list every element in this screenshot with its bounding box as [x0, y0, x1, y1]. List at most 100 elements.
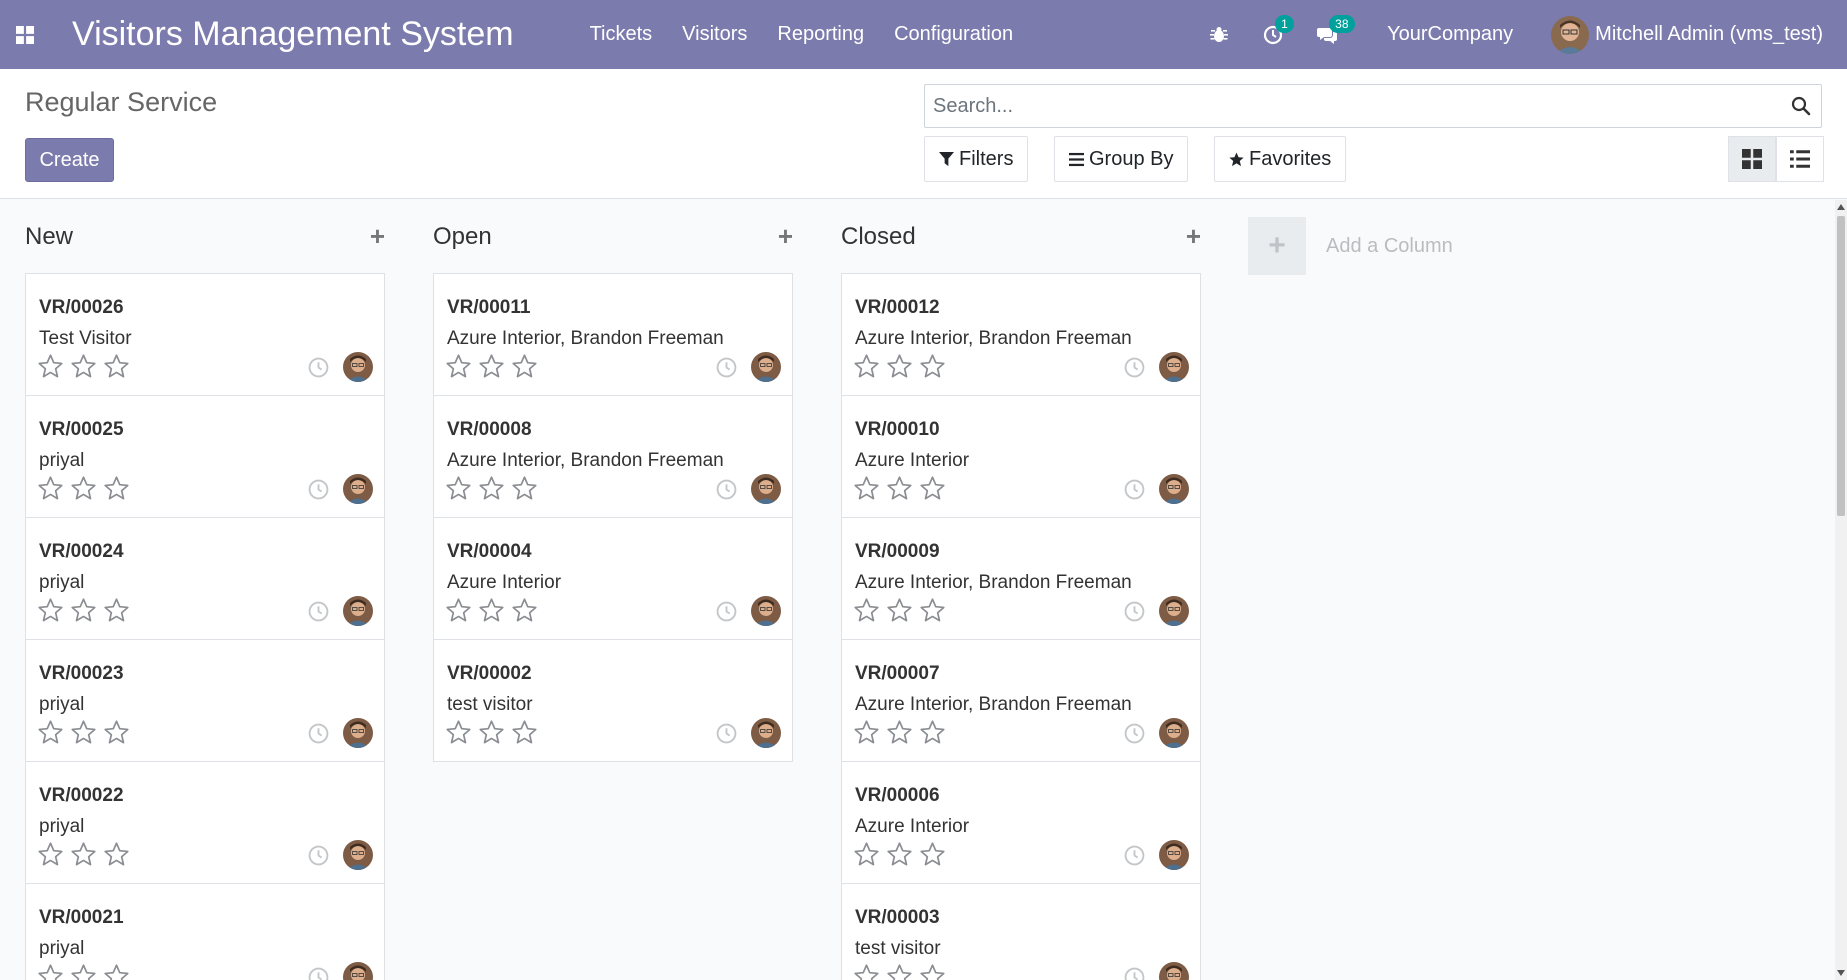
priority-star-icon[interactable]: [853, 963, 886, 980]
kanban-card[interactable]: VR/00023 priyal: [26, 640, 384, 762]
priority-star-icon[interactable]: [853, 475, 886, 507]
kanban-card[interactable]: VR/00006 Azure Interior: [842, 762, 1200, 884]
scroll-down-arrow[interactable]: [1837, 970, 1845, 976]
assignee-avatar[interactable]: [1159, 962, 1189, 980]
priority-star-icon[interactable]: [919, 719, 952, 751]
kanban-card[interactable]: VR/00007 Azure Interior, Brandon Freeman: [842, 640, 1200, 762]
priority-star-icon[interactable]: [853, 353, 886, 385]
priority-star-icon[interactable]: [445, 719, 478, 751]
priority-star-icon[interactable]: [853, 597, 886, 629]
activity-clock-icon[interactable]: [308, 479, 329, 500]
priority-star-icon[interactable]: [37, 475, 70, 507]
assignee-avatar[interactable]: [751, 352, 781, 382]
activity-clock-icon[interactable]: [1124, 479, 1145, 500]
kanban-card[interactable]: VR/00021 priyal: [26, 884, 384, 980]
priority-star-icon[interactable]: [103, 597, 136, 629]
kanban-card[interactable]: VR/00004 Azure Interior: [434, 518, 792, 640]
assignee-avatar[interactable]: [751, 474, 781, 504]
priority-star-icon[interactable]: [853, 841, 886, 873]
assignee-avatar[interactable]: [343, 352, 373, 382]
activity-clock-icon[interactable]: [716, 723, 737, 744]
priority-star-icon[interactable]: [103, 963, 136, 980]
column-quick-create-icon[interactable]: +: [1186, 221, 1201, 252]
priority-star-icon[interactable]: [886, 841, 919, 873]
priority-star-icon[interactable]: [919, 353, 952, 385]
activity-clock-icon[interactable]: [308, 845, 329, 866]
column-quick-create-icon[interactable]: +: [778, 221, 793, 252]
priority-star-icon[interactable]: [511, 353, 544, 385]
activities-clock-icon[interactable]: 1: [1263, 14, 1294, 45]
priority-star-icon[interactable]: [70, 353, 103, 385]
column-quick-create-icon[interactable]: +: [370, 221, 385, 252]
priority-star-icon[interactable]: [37, 841, 70, 873]
priority-star-icon[interactable]: [70, 597, 103, 629]
assignee-avatar[interactable]: [751, 718, 781, 748]
assignee-avatar[interactable]: [343, 718, 373, 748]
activity-clock-icon[interactable]: [308, 357, 329, 378]
priority-star-icon[interactable]: [919, 963, 952, 980]
kanban-card[interactable]: VR/00010 Azure Interior: [842, 396, 1200, 518]
priority-star-icon[interactable]: [886, 353, 919, 385]
activity-clock-icon[interactable]: [716, 601, 737, 622]
menu-tickets[interactable]: Tickets: [590, 23, 653, 46]
assignee-avatar[interactable]: [751, 596, 781, 626]
company-switcher[interactable]: YourCompany: [1387, 23, 1513, 46]
assignee-avatar[interactable]: [343, 474, 373, 504]
priority-star-icon[interactable]: [919, 841, 952, 873]
messages-chat-icon[interactable]: 38: [1317, 14, 1355, 45]
kanban-scrollbar[interactable]: [1835, 200, 1847, 980]
kanban-view-icon[interactable]: [1728, 136, 1776, 182]
priority-star-icon[interactable]: [478, 353, 511, 385]
priority-star-icon[interactable]: [886, 597, 919, 629]
activity-clock-icon[interactable]: [1124, 845, 1145, 866]
priority-star-icon[interactable]: [70, 719, 103, 751]
priority-star-icon[interactable]: [103, 475, 136, 507]
priority-star-icon[interactable]: [37, 597, 70, 629]
priority-star-icon[interactable]: [37, 353, 70, 385]
search-input[interactable]: [925, 85, 1781, 127]
menu-reporting[interactable]: Reporting: [777, 23, 864, 46]
scroll-up-arrow[interactable]: [1837, 204, 1845, 210]
bug-icon[interactable]: [1209, 25, 1229, 45]
kanban-card[interactable]: VR/00026 Test Visitor: [26, 274, 384, 396]
assignee-avatar[interactable]: [1159, 352, 1189, 382]
column-title[interactable]: Closed: [841, 223, 916, 251]
column-title[interactable]: Open: [433, 223, 492, 251]
kanban-card[interactable]: VR/00009 Azure Interior, Brandon Freeman: [842, 518, 1200, 640]
activity-clock-icon[interactable]: [308, 601, 329, 622]
priority-star-icon[interactable]: [886, 963, 919, 980]
menu-configuration[interactable]: Configuration: [894, 23, 1013, 46]
assignee-avatar[interactable]: [343, 596, 373, 626]
apps-menu-icon[interactable]: [0, 0, 50, 69]
activity-clock-icon[interactable]: [716, 479, 737, 500]
priority-star-icon[interactable]: [70, 475, 103, 507]
priority-star-icon[interactable]: [511, 475, 544, 507]
kanban-card[interactable]: VR/00011 Azure Interior, Brandon Freeman: [434, 274, 792, 396]
priority-star-icon[interactable]: [919, 597, 952, 629]
priority-star-icon[interactable]: [37, 719, 70, 751]
assignee-avatar[interactable]: [343, 962, 373, 980]
activity-clock-icon[interactable]: [716, 357, 737, 378]
assignee-avatar[interactable]: [1159, 474, 1189, 504]
kanban-card[interactable]: VR/00002 test visitor: [434, 640, 792, 762]
activity-clock-icon[interactable]: [308, 723, 329, 744]
activity-clock-icon[interactable]: [1124, 723, 1145, 744]
activity-clock-icon[interactable]: [1124, 967, 1145, 980]
list-view-icon[interactable]: [1776, 136, 1824, 182]
filters-button[interactable]: Filters: [924, 136, 1029, 182]
kanban-card[interactable]: VR/00022 priyal: [26, 762, 384, 884]
priority-star-icon[interactable]: [70, 841, 103, 873]
add-column[interactable]: + Add a Column: [1248, 217, 1453, 275]
priority-star-icon[interactable]: [478, 475, 511, 507]
app-brand[interactable]: Visitors Management System: [72, 15, 514, 54]
assignee-avatar[interactable]: [1159, 718, 1189, 748]
kanban-card[interactable]: VR/00025 priyal: [26, 396, 384, 518]
priority-star-icon[interactable]: [103, 841, 136, 873]
kanban-card[interactable]: VR/00008 Azure Interior, Brandon Freeman: [434, 396, 792, 518]
assignee-avatar[interactable]: [1159, 840, 1189, 870]
priority-star-icon[interactable]: [511, 719, 544, 751]
favorites-button[interactable]: Favorites: [1214, 136, 1347, 182]
priority-star-icon[interactable]: [445, 353, 478, 385]
priority-star-icon[interactable]: [886, 475, 919, 507]
column-title[interactable]: New: [25, 223, 73, 251]
